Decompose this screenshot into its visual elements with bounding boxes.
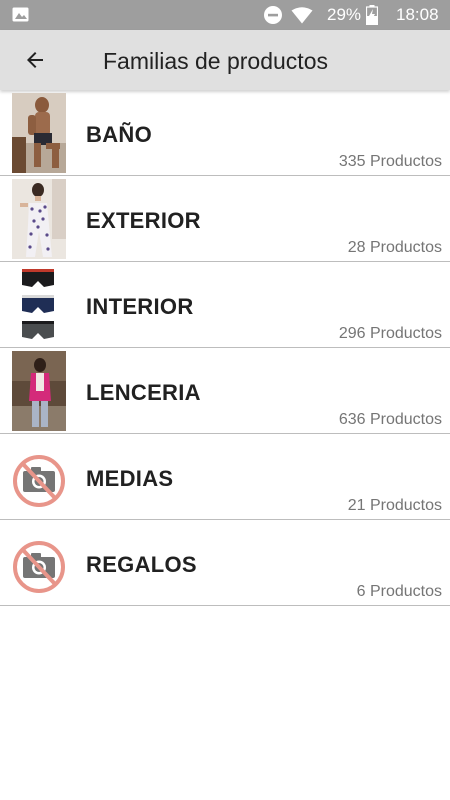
- image-notification-icon: [12, 7, 29, 22]
- family-product-count: 335 Productos: [338, 153, 442, 170]
- family-row-exterior[interactable]: EXTERIOR 28 Productos: [0, 176, 450, 262]
- family-name: BAÑO: [86, 122, 152, 147]
- no-photo-icon: [12, 523, 66, 603]
- do-not-disturb-icon: [264, 6, 282, 24]
- family-product-count: 21 Productos: [347, 497, 442, 514]
- family-product-count: 28 Productos: [347, 239, 442, 256]
- family-name: MEDIAS: [86, 466, 174, 491]
- app-bar: Familias de productos: [0, 30, 450, 90]
- family-name: LENCERIA: [86, 380, 201, 405]
- family-row-bano[interactable]: BAÑO 335 Productos: [0, 90, 450, 176]
- family-row-regalos[interactable]: REGALOS 6 Productos: [0, 520, 450, 606]
- family-thumbnail: [12, 179, 66, 259]
- family-product-count: 296 Productos: [338, 325, 442, 342]
- back-button[interactable]: [16, 42, 54, 78]
- family-thumbnail: [12, 351, 66, 431]
- family-name: REGALOS: [86, 552, 197, 577]
- page-title: Familias de productos: [103, 48, 328, 74]
- family-row-interior[interactable]: INTERIOR 296 Productos: [0, 262, 450, 348]
- family-product-count: 6 Productos: [356, 583, 442, 600]
- no-photo-icon: [12, 437, 66, 517]
- family-thumbnail: [12, 93, 66, 173]
- status-bar: 29% 18:08: [0, 0, 450, 30]
- family-name: EXTERIOR: [86, 208, 201, 233]
- family-thumbnail: [12, 265, 66, 345]
- status-time: 18:08: [396, 5, 439, 24]
- wifi-icon: [291, 7, 313, 24]
- battery-percent: 29%: [327, 5, 362, 24]
- family-name: INTERIOR: [86, 294, 194, 319]
- family-product-count: 636 Productos: [338, 411, 442, 428]
- family-row-lenceria[interactable]: LENCERIA 636 Productos: [0, 348, 450, 434]
- arrow-back-icon: [27, 52, 43, 68]
- battery-charging-icon: [366, 5, 378, 25]
- family-row-medias[interactable]: MEDIAS 21 Productos: [0, 434, 450, 520]
- product-family-list: BAÑO 335 Productos EXTERIOR 28 Productos…: [0, 90, 450, 606]
